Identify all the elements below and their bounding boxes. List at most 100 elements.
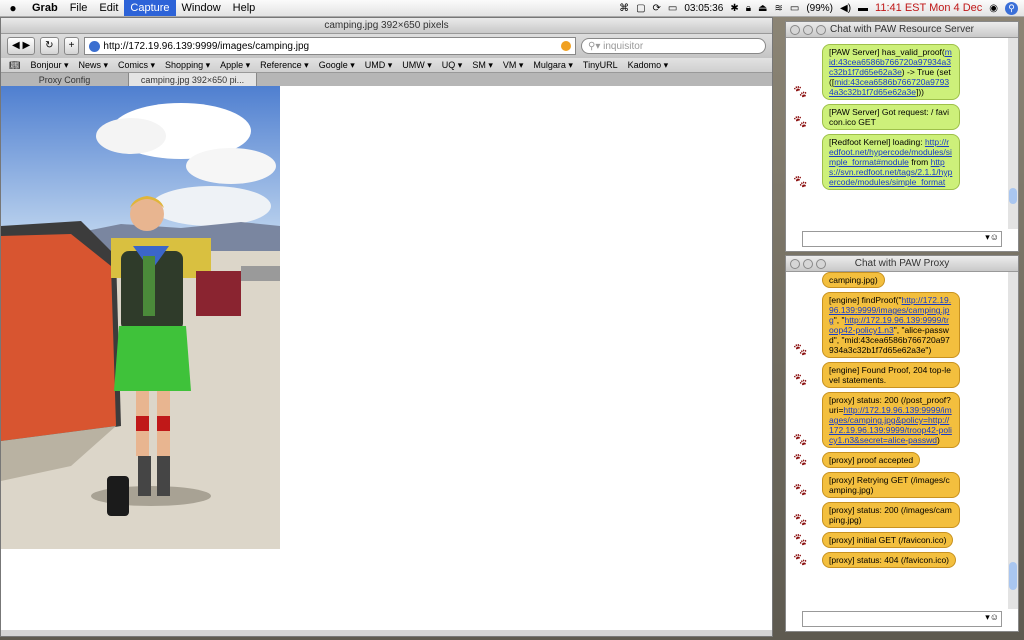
message-link[interactable]: http://172.19.96.139:9999/images/camping… [829, 405, 952, 445]
paw-icon: 🐾︎ [792, 532, 809, 547]
search-placeholder: inquisitor [603, 41, 644, 52]
menu-clock[interactable]: 11:41 EST Mon 4 Dec [875, 2, 982, 14]
bookmarks-book-icon[interactable]: 📖︎ [9, 60, 20, 71]
bookmark-reference[interactable]: Reference ▾ [260, 60, 309, 71]
window-controls [790, 259, 826, 269]
chat-message: 🐾︎ [proxy] initial GET (/favicon.ico) [792, 532, 1004, 548]
chat-message: 🐾︎ [PAW Server] Got request: / favicon.i… [792, 104, 1004, 130]
bookmarks-bar: 📖︎ Bonjour ▾ News ▾ Comics ▾ Shopping ▾ … [1, 58, 772, 73]
wifi-icon[interactable]: ≋ [774, 3, 782, 14]
chat-proxy-titlebar[interactable]: Chat with PAW Proxy [786, 256, 1018, 272]
chat-window-proxy: Chat with PAW Proxy camping.jpg) 🐾︎ [eng… [785, 255, 1019, 632]
message-link[interactable]: mid:43cea6586b766720a97934a3c32b1f7d65e6… [829, 77, 949, 97]
flag-icon[interactable]: ▬ [858, 3, 868, 14]
bookmark-vm[interactable]: VM ▾ [503, 60, 524, 71]
menu-window[interactable]: Window [176, 0, 227, 16]
menu-app-name[interactable]: Grab [26, 0, 64, 16]
chat-message: 🐾︎ [engine] findProof("http://172.19.96.… [792, 292, 1004, 358]
message-bubble: [Redfoot Kernel] loading: http://redfoot… [822, 134, 960, 190]
bookmark-bonjour[interactable]: Bonjour ▾ [30, 60, 68, 71]
chat-server-title: Chat with PAW Resource Server [830, 24, 974, 35]
chat-message: camping.jpg) [792, 272, 1004, 288]
bookmark-comics[interactable]: Comics ▾ [118, 60, 155, 71]
time-counter: 03:05:36 [684, 2, 724, 14]
chat-message: 🐾︎ [proxy] status: 200 (/images/camping.… [792, 502, 1004, 528]
message-bubble: [proxy] Retrying GET (/images/camping.jp… [822, 472, 960, 498]
minimize-icon[interactable] [803, 25, 813, 35]
paw-icon: 🐾︎ [792, 512, 809, 527]
tab-bar: Proxy Config camping.jpg 392×650 pi... [1, 73, 772, 87]
chat-proxy-input[interactable]: ▾☺ [802, 611, 1002, 627]
menu-help[interactable]: Help [227, 0, 262, 16]
bookmark-tinyurl[interactable]: TinyURL [583, 60, 618, 70]
menu-file[interactable]: File [64, 0, 94, 16]
chat-server-scrollbar[interactable] [1008, 38, 1018, 229]
eject-icon[interactable]: ⏏ [758, 3, 767, 14]
paw-icon: 🐾︎ [792, 372, 809, 387]
sync-icon[interactable]: ⟳ [653, 3, 661, 14]
battery-icon[interactable]: ▭ [790, 3, 799, 14]
tab-proxy-config[interactable]: Proxy Config [1, 73, 129, 87]
menu-capture[interactable]: Capture [124, 0, 176, 16]
minimize-icon[interactable] [803, 259, 813, 269]
browser-window: camping.jpg 392×650 pixels ◀ ▶ ↻ + http:… [0, 17, 773, 637]
camping-photo [1, 86, 280, 549]
search-input[interactable]: ⚲▾ inquisitor [581, 38, 766, 54]
url-text: http://172.19.96.139:9999/images/camping… [103, 40, 310, 52]
go-icon[interactable] [561, 41, 571, 51]
spotlight-icon[interactable]: ⚲ [1005, 1, 1018, 15]
bookmark-sm[interactable]: SM ▾ [472, 60, 493, 71]
chat-proxy-scrollbar[interactable] [1008, 272, 1018, 609]
message-bubble: [engine] Found Proof, 204 top-level stat… [822, 362, 960, 388]
paw-icon: 🐾︎ [792, 114, 809, 129]
message-bubble: [engine] findProof("http://172.19.96.139… [822, 292, 960, 358]
menu-bar: ● Grab File Edit Capture Window Help ⌘ ▢… [0, 0, 1024, 17]
url-field[interactable]: http://172.19.96.139:9999/images/camping… [84, 37, 576, 55]
chat-server-input[interactable]: ▾☺ [802, 231, 1002, 247]
close-icon[interactable] [790, 259, 800, 269]
chat-window-server: Chat with PAW Resource Server 🐾︎ [PAW Se… [785, 21, 1019, 252]
close-icon[interactable] [790, 25, 800, 35]
bookmark-umw[interactable]: UMW ▾ [402, 60, 432, 71]
paw-icon: 🐾︎ [792, 432, 809, 447]
bookmark-mulgara[interactable]: Mulgara ▾ [533, 60, 573, 71]
message-bubble: [proxy] proof accepted [822, 452, 921, 468]
menu-extras: ⌘ ▢ ⟳ ▭ 03:05:36 ✱ 🔒︎ ⏏ ≋ ▭ (99%) ◀) ▬ 1… [619, 1, 1024, 15]
scroll-thumb[interactable] [1009, 562, 1017, 590]
bookmark-apple[interactable]: Apple ▾ [220, 60, 250, 71]
zoom-icon[interactable] [816, 259, 826, 269]
scroll-thumb[interactable] [1009, 188, 1017, 204]
chat-proxy-messages: camping.jpg) 🐾︎ [engine] findProof("http… [786, 272, 1018, 568]
bookmark-umd[interactable]: UMD ▾ [365, 60, 393, 71]
chat-message: 🐾︎ [proxy] status: 404 (/favicon.ico) [792, 552, 1004, 568]
new-tab-button[interactable]: + [63, 37, 80, 55]
lock-icon[interactable]: 🔒︎ [746, 3, 751, 14]
message-bubble: [PAW Server] has_valid_proof(mid:43cea65… [822, 44, 960, 100]
apple-icon[interactable]: ● [0, 1, 26, 15]
chat-server-messages: 🐾︎ [PAW Server] has_valid_proof(mid:43ce… [786, 38, 1018, 190]
zoom-icon[interactable] [816, 25, 826, 35]
bookmark-kadomo[interactable]: Kadomo ▾ [628, 60, 669, 71]
smiley-icon[interactable]: ▾☺ [985, 612, 999, 623]
chat-server-titlebar[interactable]: Chat with PAW Resource Server [786, 22, 1018, 38]
bookmark-uq[interactable]: UQ ▾ [442, 60, 463, 71]
reload-button[interactable]: ↻ [40, 37, 59, 55]
command-icon[interactable]: ⌘ [619, 3, 629, 14]
volume-icon[interactable]: ◀) [840, 3, 851, 14]
horizontal-scrollbar[interactable] [1, 630, 772, 636]
tab-camping-jpg[interactable]: camping.jpg 392×650 pi... [129, 73, 257, 87]
bluetooth-icon[interactable]: ✱ [730, 3, 738, 14]
bookmark-google[interactable]: Google ▾ [319, 60, 355, 71]
chat-message: 🐾︎ [PAW Server] has_valid_proof(mid:43ce… [792, 44, 1004, 100]
smiley-icon[interactable]: ▾☺ [985, 232, 999, 243]
chat-message: 🐾︎ [proxy] proof accepted [792, 452, 1004, 468]
chat-message: 🐾︎ [Redfoot Kernel] loading: http://redf… [792, 134, 1004, 190]
bookmark-news[interactable]: News ▾ [78, 60, 108, 71]
timer-icon[interactable]: ▭ [668, 3, 677, 14]
menu-edit[interactable]: Edit [93, 0, 124, 16]
bookmark-shopping[interactable]: Shopping ▾ [165, 60, 210, 71]
paw-icon: 🐾︎ [792, 452, 809, 467]
user-icon[interactable]: ◉ [989, 3, 998, 14]
back-forward-button[interactable]: ◀ ▶ [7, 37, 36, 55]
window-icon[interactable]: ▢ [636, 3, 645, 14]
